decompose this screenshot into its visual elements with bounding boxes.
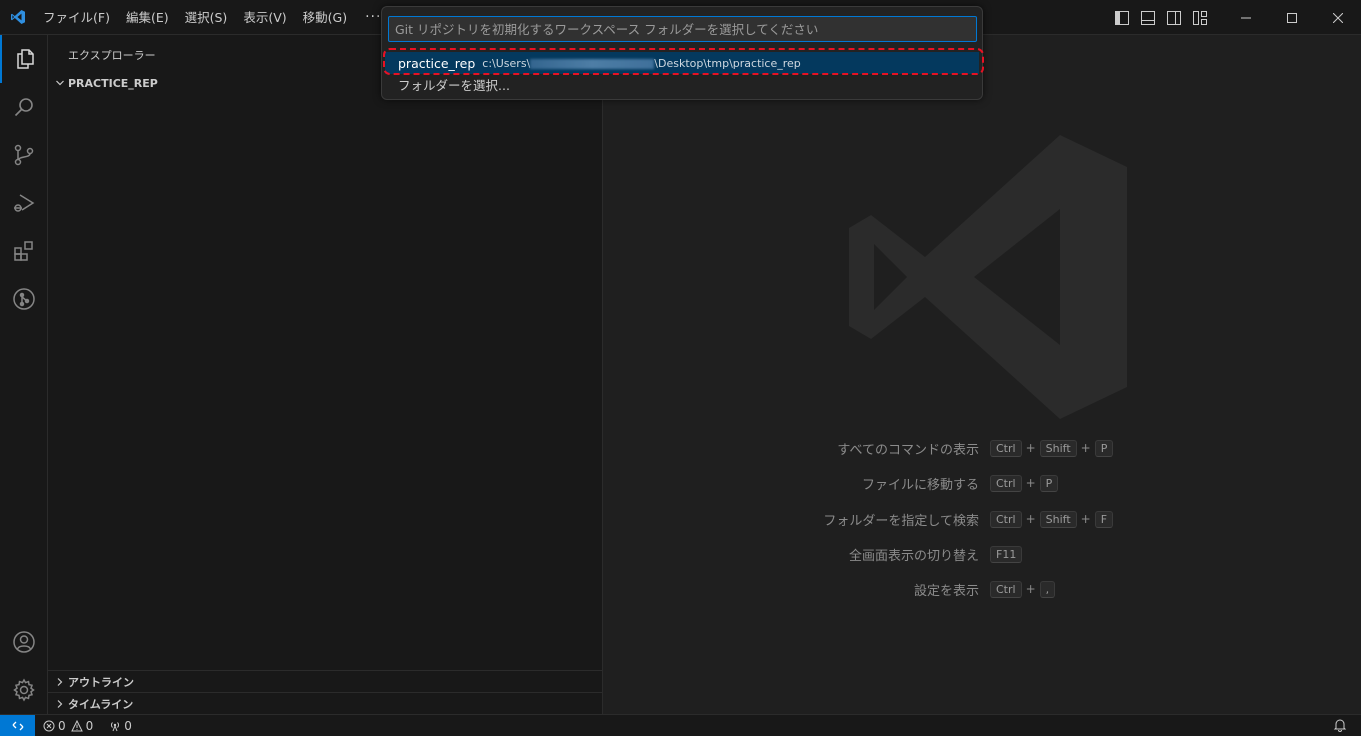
section-timeline-label: タイムライン: [68, 697, 134, 711]
key: F11: [990, 545, 1023, 563]
search-icon[interactable]: [0, 83, 48, 131]
quick-pick-input[interactable]: [395, 21, 976, 37]
shortcut-keys: Ctrl + P: [990, 474, 1059, 492]
key: Ctrl: [990, 510, 1022, 528]
broadcast-icon: [111, 721, 120, 731]
shortcut-row: 設定を表示 Ctrl + ,: [603, 578, 1361, 600]
vscode-watermark-icon: [841, 131, 1131, 426]
shortcut-label: 全画面表示の切り替え: [848, 548, 979, 564]
maximize-icon[interactable]: [1269, 0, 1315, 35]
key: ,: [1039, 580, 1056, 598]
editor-area: すべてのコマンドの表示 Ctrl + Shift + P ファイルに移動する Ctr…: [603, 35, 1361, 714]
sidebar-title: エクスプローラー: [68, 49, 156, 62]
quick-pick-item-choose-folder[interactable]: フォルダーを選択...: [385, 73, 979, 95]
status-bar: 0 0 0: [0, 714, 1361, 736]
shortcut-row: 全画面表示の切り替え F11: [603, 543, 1361, 565]
notifications-bell-icon[interactable]: [1333, 718, 1347, 735]
activity-bar: [0, 35, 48, 714]
chevron-down-icon: [52, 75, 68, 91]
ports-indicator[interactable]: 0: [109, 719, 132, 733]
title-controls: [1109, 0, 1361, 35]
error-icon: [43, 720, 55, 731]
quick-pick-input-box[interactable]: [388, 16, 977, 42]
shortcut-label: 設定を表示: [913, 583, 979, 599]
shortcut-keys: Ctrl + Shift + F: [990, 510, 1114, 528]
menu-view[interactable]: 表示(V): [235, 0, 294, 35]
close-icon[interactable]: [1315, 0, 1361, 35]
explorer-icon[interactable]: [0, 35, 48, 83]
menu-edit[interactable]: 編集(E): [118, 0, 177, 35]
remote-indicator-icon[interactable]: [0, 714, 35, 736]
section-timeline[interactable]: タイムライン: [48, 692, 603, 714]
highlight-annotation: [383, 48, 984, 75]
shortcut-keys: Ctrl + ,: [990, 580, 1056, 598]
problems-indicator[interactable]: 0 0: [43, 719, 93, 733]
choose-folder-label: フォルダーを選択...: [398, 77, 510, 93]
extensions-icon[interactable]: [0, 227, 48, 275]
key: P: [1094, 439, 1114, 457]
key: Ctrl: [990, 580, 1022, 598]
git-graph-icon[interactable]: [0, 275, 48, 323]
chevron-right-icon: [52, 696, 68, 712]
menu-bar: ファイル(F) 編集(E) 選択(S) 表示(V) 移動(G) ···: [35, 0, 391, 35]
key: Shift: [1039, 439, 1077, 457]
toggle-secondary-sidebar-icon[interactable]: [1161, 0, 1187, 35]
folder-name: PRACTICE_REP: [68, 76, 158, 90]
customize-layout-icon[interactable]: [1187, 0, 1213, 35]
section-outline-label: アウトライン: [68, 675, 134, 689]
accounts-icon[interactable]: [0, 618, 48, 666]
toggle-primary-sidebar-icon[interactable]: [1109, 0, 1135, 35]
folder-header[interactable]: PRACTICE_REP: [52, 73, 158, 93]
section-outline[interactable]: アウトライン: [48, 670, 603, 692]
ports-count: 0: [124, 718, 132, 733]
shortcut-label: フォルダーを指定して検索: [823, 513, 979, 529]
key: Ctrl: [990, 439, 1022, 457]
menu-selection[interactable]: 選択(S): [177, 0, 236, 35]
vscode-logo-icon: [0, 0, 35, 35]
toggle-panel-icon[interactable]: [1135, 0, 1161, 35]
error-count: 0: [58, 718, 66, 733]
key: Shift: [1039, 510, 1077, 528]
run-debug-icon[interactable]: [0, 179, 48, 227]
shortcut-row: ファイルに移動する Ctrl + P: [603, 472, 1361, 494]
minimize-icon[interactable]: [1223, 0, 1269, 35]
key: P: [1039, 474, 1059, 492]
shortcut-label: ファイルに移動する: [861, 477, 979, 493]
menu-go[interactable]: 移動(G): [295, 0, 355, 35]
settings-gear-icon[interactable]: [0, 666, 48, 714]
explorer-sidebar: エクスプローラー PRACTICE_REP アウトライン タイムライン: [48, 35, 603, 714]
warning-icon: [70, 719, 83, 731]
warning-count: 0: [85, 718, 94, 733]
key: Ctrl: [990, 474, 1022, 492]
shortcut-row: すべてのコマンドの表示 Ctrl + Shift + P: [603, 437, 1361, 459]
shortcut-label: すべてのコマンドの表示: [837, 442, 979, 458]
shortcut-keys: Ctrl + Shift + P: [990, 439, 1114, 457]
source-control-icon[interactable]: [0, 131, 48, 179]
menu-file[interactable]: ファイル(F): [35, 0, 118, 35]
shortcut-row: フォルダーを指定して検索 Ctrl + Shift + F: [603, 508, 1361, 530]
key: F: [1094, 510, 1114, 528]
chevron-right-icon: [52, 674, 68, 690]
shortcut-keys: F11: [990, 545, 1023, 563]
